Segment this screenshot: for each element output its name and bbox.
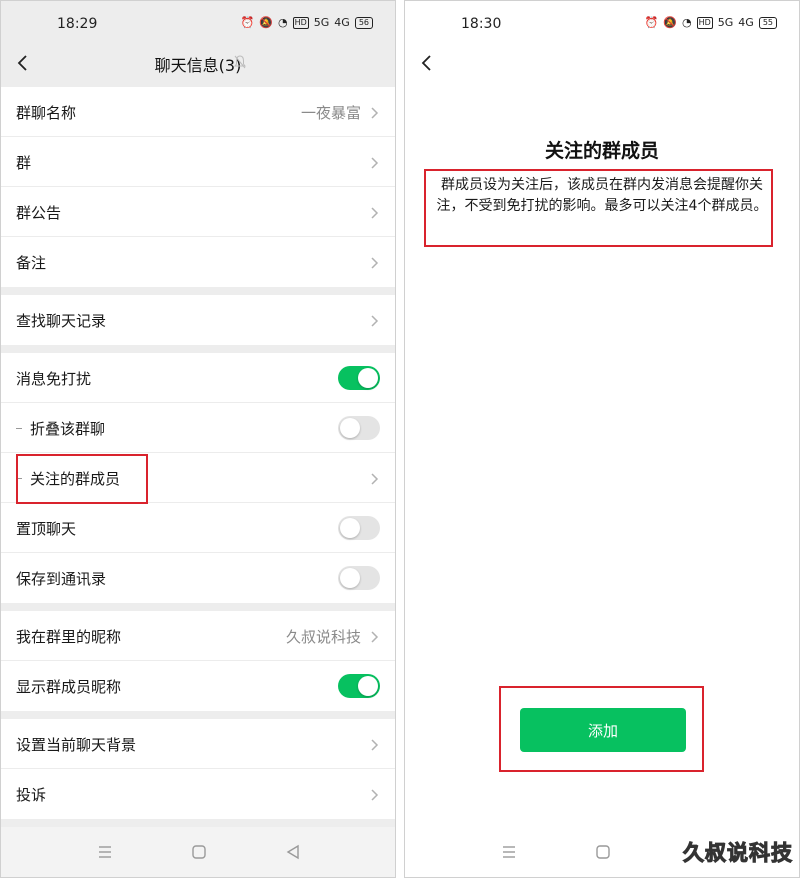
wifi-icon: ◔ [681, 16, 692, 29]
row-save-to-contacts: 保存到通讯录 [1, 553, 395, 603]
chevron-right-icon [371, 207, 379, 219]
nav-bar [405, 41, 799, 85]
chevron-right-icon [371, 157, 379, 169]
signal-4g-icon: 4G [334, 16, 350, 29]
do-not-disturb-toggle[interactable] [338, 366, 380, 390]
home-square-icon[interactable] [191, 844, 207, 860]
row-label: 投诉 [16, 786, 47, 804]
signal-5g-icon: 5G [313, 16, 330, 29]
pin-chat-toggle[interactable] [338, 516, 380, 540]
settings-group-nickname: 我在群里的昵称 久叔说科技 显示群成员昵称 [1, 611, 395, 711]
watermark: 久叔说科技 [683, 841, 793, 866]
toggle-knob [340, 568, 360, 588]
back-arrow-icon[interactable] [415, 49, 439, 77]
highlight-box-followed-members [16, 454, 148, 504]
settings-group-misc: 设置当前聊天背景 投诉 [1, 719, 395, 819]
page-title: 聊天信息(3) [154, 56, 242, 75]
chevron-right-icon [371, 107, 379, 119]
indent-dash [16, 428, 22, 429]
show-nicknames-toggle[interactable] [338, 674, 380, 698]
row-label: 消息免打扰 [16, 370, 92, 388]
row-label: 群 [16, 154, 32, 172]
settings-group-search: 查找聊天记录 [1, 295, 395, 345]
hd-icon: HD [292, 16, 309, 29]
fold-chat-toggle[interactable] [338, 416, 380, 440]
highlight-box-description [424, 169, 773, 247]
row-remark[interactable]: 备注 [1, 237, 395, 287]
back-triangle-icon[interactable] [285, 844, 301, 860]
row-label: 显示群成员昵称 [16, 678, 122, 696]
toggle-knob [358, 368, 378, 388]
row-group-announcement[interactable]: 群公告 [1, 187, 395, 237]
system-nav-bar [1, 827, 395, 877]
toggle-knob [340, 518, 360, 538]
signal-4g-icon: 4G [738, 16, 754, 29]
followed-members-screen: 18:30 ⏰ 🔕 ◔ HD 5G 4G 55 关注的群成员 群成员设为关注后，… [404, 0, 800, 878]
row-label: 备注 [16, 254, 47, 272]
chevron-right-icon [371, 257, 379, 269]
status-icons: ⏰ 🔕 ◔ HD 5G 4G 56 [241, 16, 373, 29]
toggle-knob [358, 676, 378, 696]
chevron-right-icon [371, 631, 379, 643]
row-group-qrcode[interactable]: 群 [1, 137, 395, 187]
bell-muted-icon [234, 55, 246, 69]
row-label: 群聊名称 [16, 104, 77, 122]
mute-icon: 🔕 [663, 16, 677, 29]
battery-icon: 56 [354, 16, 373, 29]
menu-icon[interactable] [97, 844, 113, 860]
wifi-icon: ◔ [277, 16, 288, 29]
signal-5g-icon: 5G [717, 16, 734, 29]
row-search-history[interactable]: 查找聊天记录 [1, 295, 395, 345]
row-value: 一夜暴富 [300, 104, 361, 122]
row-label: 群公告 [16, 204, 62, 222]
row-report[interactable]: 投诉 [1, 769, 395, 819]
row-label: 查找聊天记录 [16, 312, 107, 330]
chevron-right-icon [371, 789, 379, 801]
row-label: 保存到通讯录 [16, 570, 107, 588]
chevron-right-icon [371, 315, 379, 327]
row-show-member-nicknames: 显示群成员昵称 [1, 661, 395, 711]
alarm-icon: ⏰ [240, 16, 255, 29]
toggle-knob [340, 418, 360, 438]
row-value: 久叔说科技 [285, 628, 361, 646]
hd-icon: HD [696, 16, 713, 29]
page-title: 关注的群成员 [544, 140, 659, 162]
chevron-right-icon [371, 473, 379, 485]
row-label: 置顶聊天 [16, 520, 77, 538]
status-icons: ⏰ 🔕 ◔ HD 5G 4G 55 [645, 16, 777, 29]
menu-icon[interactable] [501, 844, 517, 860]
row-label: 我在群里的昵称 [16, 628, 122, 646]
row-chat-background[interactable]: 设置当前聊天背景 [1, 719, 395, 769]
home-square-icon[interactable] [595, 844, 611, 860]
row-group-name[interactable]: 群聊名称 一夜暴富 [1, 87, 395, 137]
row-label: 折叠该群聊 [30, 420, 106, 438]
settings-group-basic: 群聊名称 一夜暴富 群 群公告 备注 [1, 87, 395, 287]
status-time: 18:30 [461, 16, 502, 32]
alarm-icon: ⏰ [644, 16, 659, 29]
row-fold-chat: 折叠该群聊 [1, 403, 395, 453]
nav-bar: 聊天信息(3) [1, 41, 395, 85]
chevron-right-icon [371, 739, 379, 751]
mute-icon: 🔕 [259, 16, 273, 29]
status-time: 18:29 [57, 16, 98, 32]
chat-info-screen: 18:29 ⏰ 🔕 ◔ HD 5G 4G 56 聊天信息(3) 群聊名称 一夜暴… [0, 0, 396, 878]
row-do-not-disturb: 消息免打扰 [1, 353, 395, 403]
row-my-nickname[interactable]: 我在群里的昵称 久叔说科技 [1, 611, 395, 661]
row-label: 设置当前聊天背景 [16, 736, 137, 754]
save-to-contacts-toggle[interactable] [338, 566, 380, 590]
highlight-box-add-button [499, 686, 704, 772]
row-pin-chat: 置顶聊天 [1, 503, 395, 553]
battery-icon: 55 [758, 16, 777, 29]
